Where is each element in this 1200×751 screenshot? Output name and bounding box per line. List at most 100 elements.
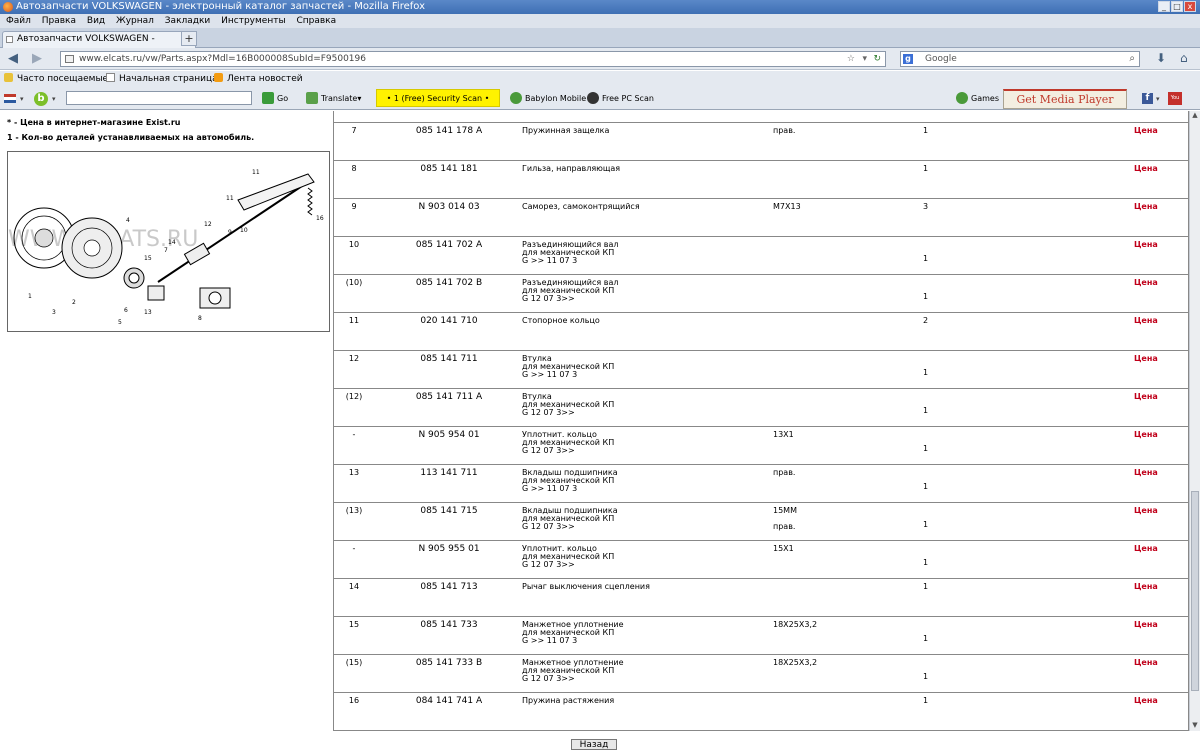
scroll-up-icon[interactable]: ▲ [1190,111,1200,121]
price-link[interactable]: Цена [1134,279,1158,287]
download-icon[interactable]: ⬇ [1156,52,1166,65]
media-player-plugin-button[interactable]: Get Media Player Plugin [1003,89,1127,123]
close-icon[interactable]: x [1184,1,1196,12]
forward-arrow-icon[interactable]: ▶ [32,52,42,65]
page-favicon-icon [6,36,13,43]
back-button[interactable]: Назад [571,739,617,750]
table-row-partial [334,111,1188,123]
part-position: 14 [348,582,360,591]
price-link[interactable]: Цена [1134,621,1158,629]
menu-tools[interactable]: Инструменты [221,14,285,28]
price-link[interactable]: Цена [1134,659,1158,667]
scroll-down-icon[interactable]: ▼ [1190,721,1200,731]
page-scrollbar[interactable]: ▲ ▼ [1189,111,1200,731]
menu-view[interactable]: Вид [87,14,105,28]
callout-7: 7 [164,247,168,254]
part-name: Уплотнит. кольцо для механической КП G 1… [522,544,615,569]
part-number: 084 141 741 A [415,696,483,706]
price-link[interactable]: Цена [1134,203,1158,211]
part-position: 7 [351,126,357,135]
go-button[interactable]: Go [262,88,288,110]
addon-toolbar: ▾ b ▾ Go Translate▾ • 1 (Free) Security … [0,88,1200,123]
bookmark-news-feed[interactable]: Лента новостей [214,71,303,88]
part-quantity: 2 [923,316,929,325]
games-button[interactable]: Games [956,88,999,110]
price-link[interactable]: Цена [1134,317,1158,325]
part-name: Уплотнит. кольцо для механической КП G 1… [522,430,615,455]
menu-help[interactable]: Справка [296,14,336,28]
callout-4: 4 [126,217,130,224]
babylon-logo-icon[interactable]: b [34,92,48,106]
star-icon[interactable]: ☆ [847,52,855,66]
free-pc-scan-button[interactable]: Free PC Scan [587,88,654,110]
menu-history[interactable]: Журнал [116,14,154,28]
maximize-icon[interactable]: □ [1171,1,1183,12]
window-titlebar: Автозапчасти VOLKSWAGEN - электронный ка… [0,0,1200,14]
youtube-icon[interactable]: You [1168,92,1182,105]
flag-icon[interactable] [4,94,16,103]
part-number: 085 141 711 [420,354,478,364]
scrollbar-thumb[interactable] [1191,491,1199,691]
price-link[interactable]: Цена [1134,583,1158,591]
price-link[interactable]: Цена [1134,165,1158,173]
parts-diagram[interactable]: WWW.ELCATS.RU [7,151,330,332]
menu-bookmarks[interactable]: Закладки [165,14,211,28]
table-row: 7 085 141 178 A Пружинная защелка прав. 1 Цен… [334,123,1188,161]
search-box[interactable]: g Google ⌕ [900,51,1140,67]
price-link[interactable]: Цена [1134,545,1158,553]
home-icon[interactable]: ⌂ [1180,52,1188,65]
part-position: (13) [345,506,363,515]
babylon-mobile-button[interactable]: Babylon Mobile [510,88,586,110]
price-link[interactable]: Цена [1134,697,1158,705]
part-number: 085 141 181 [420,164,478,174]
menu-edit[interactable]: Правка [42,14,76,28]
bookmark-start-page[interactable]: Начальная страница [106,71,218,88]
translate-button[interactable]: Translate▾ [306,88,361,110]
babylon-dropdown-icon[interactable]: ▾ [52,88,56,110]
flag-dropdown-icon[interactable]: ▾ [20,88,24,110]
navigation-bar: ◀ ▶ www.elcats.ru/vw/Parts.aspx?Mdl=16B0… [0,48,1200,70]
price-link[interactable]: Цена [1134,393,1158,401]
search-placeholder: Google [925,54,957,64]
callout-1: 1 [28,293,32,300]
tab-active[interactable]: Автозапчасти VOLKSWAGEN - электронны... … [2,31,196,59]
quantity-note: 1 - Кол-во деталей устанавливаемых на ав… [7,133,255,142]
callout-6: 6 [124,307,128,314]
security-scan-button[interactable]: • 1 (Free) Security Scan • [376,89,500,107]
facebook-dropdown-icon[interactable]: ▾ [1156,88,1160,110]
part-name: Пружинная защелка [522,126,610,135]
price-link[interactable]: Цена [1134,469,1158,477]
price-link[interactable]: Цена [1134,127,1158,135]
part-name: Втулка для механической КП G 12 07 3>> [522,392,615,417]
bookmark-most-visited[interactable]: Часто посещаемые [4,71,108,88]
callout-2: 2 [72,299,76,306]
new-tab-button[interactable]: + [181,31,197,46]
reload-icon[interactable]: ↻ [873,52,881,66]
window-title: Автозапчасти VOLKSWAGEN - электронный ка… [16,1,425,12]
dropdown-icon[interactable]: ▾ [862,52,867,66]
search-icon[interactable]: ⌕ [1129,52,1135,66]
facebook-icon[interactable]: f [1142,93,1153,104]
callout-13: 13 [144,309,152,316]
part-position: 8 [351,164,357,173]
toolbar-search-input[interactable] [66,91,252,105]
back-arrow-icon[interactable]: ◀ [8,52,18,65]
price-link[interactable]: Цена [1134,507,1158,515]
price-link[interactable]: Цена [1134,241,1158,249]
table-row: 16 084 141 741 A Пружина растяжения 1 Цена [334,693,1188,730]
price-link[interactable]: Цена [1134,355,1158,363]
minimize-icon[interactable]: _ [1158,1,1170,12]
menu-file[interactable]: Файл [6,14,31,28]
part-note: 18X25X3,2 [773,620,818,629]
price-link[interactable]: Цена [1134,431,1158,439]
table-row: (10) 085 141 702 B Разъединяющийся вал для… [334,275,1188,313]
part-name: Пружина растяжения [522,696,615,705]
part-quantity: 1 [923,672,929,681]
callout-15: 15 [144,255,152,262]
part-number: 085 141 713 [420,582,478,592]
google-icon: g [903,54,913,64]
url-bar[interactable]: www.elcats.ru/vw/Parts.aspx?Mdl=16B00000… [60,51,886,67]
price-note: * - Цена в интернет-магазине Exist.ru [7,118,181,127]
part-position: (15) [345,658,363,667]
site-identity-icon [65,55,74,63]
